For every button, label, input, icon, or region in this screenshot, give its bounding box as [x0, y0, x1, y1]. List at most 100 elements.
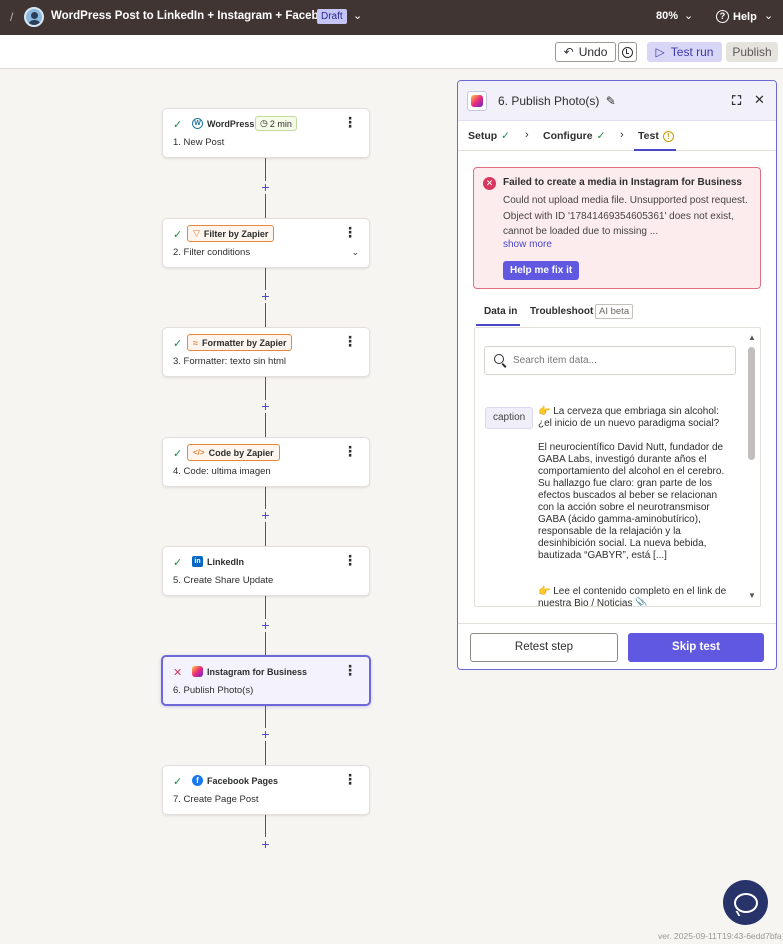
- step-menu-icon[interactable]: ⋮: [343, 663, 357, 677]
- app-badge: Instagram for Business: [187, 663, 312, 680]
- tab-troubleshoot[interactable]: Troubleshoot: [530, 306, 593, 317]
- step-card-code[interactable]: ✓ </> Code by Zapier ⋮ 4. Code: ultima i…: [162, 437, 370, 487]
- scroll-up-icon[interactable]: ▲: [748, 333, 756, 342]
- data-in-list: Search item data... caption 👉 La cerveza…: [474, 327, 761, 607]
- app-name: Instagram for Business: [207, 666, 308, 677]
- app-badge: ▽ Filter by Zapier: [187, 225, 275, 242]
- editor-toolbar: ↶ Undo ▷ Test run Publish: [0, 35, 783, 69]
- scrollbar[interactable]: ▲ ▼: [746, 328, 760, 606]
- app-badge: in LinkedIn: [187, 553, 249, 570]
- tab-configure[interactable]: Configure ✓: [543, 130, 605, 142]
- skip-test-button[interactable]: Skip test: [628, 633, 764, 662]
- add-step-plus-icon[interactable]: +: [259, 180, 272, 194]
- error-x-icon: ✕: [173, 667, 183, 679]
- chevron-down-icon[interactable]: ⌄: [351, 247, 359, 258]
- show-more-link[interactable]: show more: [503, 239, 552, 250]
- step-card-facebook[interactable]: ✓ f Facebook Pages ⋮ 7. Create Page Post: [162, 765, 370, 815]
- search-placeholder: Search item data...: [513, 355, 597, 366]
- publish-button[interactable]: Publish: [726, 42, 778, 62]
- help-menu[interactable]: ? Help: [716, 10, 757, 23]
- step-menu-icon[interactable]: ⋮: [343, 225, 357, 239]
- error-alert: ✕ Failed to create a media in Instagram …: [473, 167, 761, 289]
- search-icon: [494, 354, 504, 364]
- add-step-plus-icon[interactable]: +: [259, 727, 272, 741]
- field-key: caption: [485, 407, 534, 429]
- step-label: 4. Code: ultima imagen: [173, 466, 271, 477]
- add-step-plus-icon[interactable]: +: [259, 618, 272, 632]
- pencil-icon[interactable]: ✎: [606, 94, 616, 108]
- panel-header: 6. Publish Photo(s) ✎ ⛶ ✕: [458, 81, 776, 121]
- breadcrumb-separator: /: [10, 10, 14, 24]
- test-run-label: Test run: [670, 45, 714, 59]
- add-step-plus-icon[interactable]: +: [259, 508, 272, 522]
- add-step-plus-icon[interactable]: +: [259, 837, 272, 851]
- search-input[interactable]: Search item data...: [484, 346, 736, 375]
- step-label: 1. New Post: [173, 137, 225, 148]
- app-badge: f Facebook Pages: [187, 772, 283, 789]
- zap-avatar-icon[interactable]: [24, 7, 44, 27]
- test-run-button[interactable]: ▷ Test run: [647, 42, 722, 62]
- app-badge: ≈ Formatter by Zapier: [187, 334, 293, 351]
- linkedin-icon: in: [192, 556, 203, 567]
- data-subtabs: Data in Troubleshoot AI beta: [476, 303, 761, 327]
- undo-button[interactable]: ↶ Undo: [555, 42, 616, 62]
- publish-label: Publish: [732, 45, 772, 59]
- chevron-down-icon[interactable]: ⌄: [353, 9, 362, 22]
- close-icon[interactable]: ✕: [754, 92, 765, 108]
- app-name: Formatter by Zapier: [201, 337, 287, 348]
- warning-icon: !: [662, 130, 674, 142]
- step-menu-icon[interactable]: ⋮: [343, 772, 357, 786]
- retest-step-button[interactable]: Retest step: [470, 633, 618, 662]
- check-icon: ✓: [501, 130, 510, 142]
- step-menu-icon[interactable]: ⋮: [343, 115, 357, 129]
- tab-label: Setup: [468, 130, 498, 142]
- step-card-linkedin[interactable]: ✓ in LinkedIn ⋮ 5. Create Share Update: [162, 546, 370, 596]
- panel-title[interactable]: 6. Publish Photo(s) ✎: [498, 94, 616, 108]
- chat-bubble-icon: [733, 892, 758, 913]
- zap-title[interactable]: WordPress Post to LinkedIn + Instagram +…: [51, 10, 339, 22]
- step-menu-icon[interactable]: ⋮: [343, 553, 357, 567]
- chat-support-button[interactable]: [723, 880, 768, 925]
- step-menu-icon[interactable]: ⋮: [343, 444, 357, 458]
- clock-icon: ◷: [260, 118, 268, 128]
- play-icon: ▷: [655, 45, 665, 59]
- step-card-wordpress[interactable]: ✓ W WordPress ◷ 2 min ⋮ 1. New Post: [162, 108, 370, 158]
- active-subtab-indicator: [476, 324, 520, 326]
- panel-title-text: 6. Publish Photo(s): [498, 94, 600, 108]
- add-step-plus-icon[interactable]: +: [259, 399, 272, 413]
- help-label: Help: [733, 10, 757, 23]
- help-chevron-down-icon[interactable]: ⌄: [764, 9, 773, 22]
- tab-setup[interactable]: Setup ✓: [468, 130, 510, 142]
- wordpress-icon: W: [192, 118, 203, 129]
- error-icon: ✕: [483, 177, 496, 190]
- zoom-level[interactable]: 80%: [656, 10, 678, 22]
- field-value: 👉 La cerveza que embriaga sin alcohol: ¿…: [538, 406, 727, 607]
- expand-icon[interactable]: ⛶: [732, 93, 741, 109]
- app-badge: </> Code by Zapier: [187, 444, 280, 461]
- tab-data-in[interactable]: Data in: [484, 306, 517, 317]
- help-me-fix-button[interactable]: Help me fix it: [503, 261, 580, 280]
- help-icon: ?: [716, 10, 729, 23]
- version-history-button[interactable]: [618, 42, 637, 62]
- success-check-icon: ✓: [173, 229, 183, 241]
- scroll-down-icon[interactable]: ▼: [748, 591, 756, 600]
- code-icon: </>: [193, 448, 205, 457]
- zoom-chevron-down-icon[interactable]: ⌄: [684, 9, 693, 22]
- history-icon: [622, 46, 633, 58]
- app-name: Filter by Zapier: [203, 228, 269, 239]
- success-check-icon: ✓: [173, 557, 183, 569]
- scrollbar-thumb[interactable]: [748, 347, 755, 460]
- step-label: 2. Filter conditions: [173, 247, 251, 258]
- step-card-filter[interactable]: ✓ ▽ Filter by Zapier ⋮ 2. Filter conditi…: [162, 218, 370, 268]
- step-detail-panel: 6. Publish Photo(s) ✎ ⛶ ✕ Setup ✓ › Conf…: [457, 80, 777, 670]
- instagram-icon: [467, 91, 487, 111]
- add-step-plus-icon[interactable]: +: [259, 289, 272, 303]
- step-card-formatter[interactable]: ✓ ≈ Formatter by Zapier ⋮ 3. Formatter: …: [162, 327, 370, 377]
- error-title: Failed to create a media in Instagram fo…: [503, 177, 742, 188]
- error-message: Could not upload media file. Unsupported…: [503, 195, 748, 237]
- step-menu-icon[interactable]: ⋮: [343, 334, 357, 348]
- step-card-instagram[interactable]: ✕ Instagram for Business ⋮ 6. Publish Ph…: [161, 655, 371, 706]
- undo-icon: ↶: [563, 45, 574, 59]
- tab-test[interactable]: Test !: [638, 130, 674, 142]
- active-tab-indicator: [634, 149, 676, 151]
